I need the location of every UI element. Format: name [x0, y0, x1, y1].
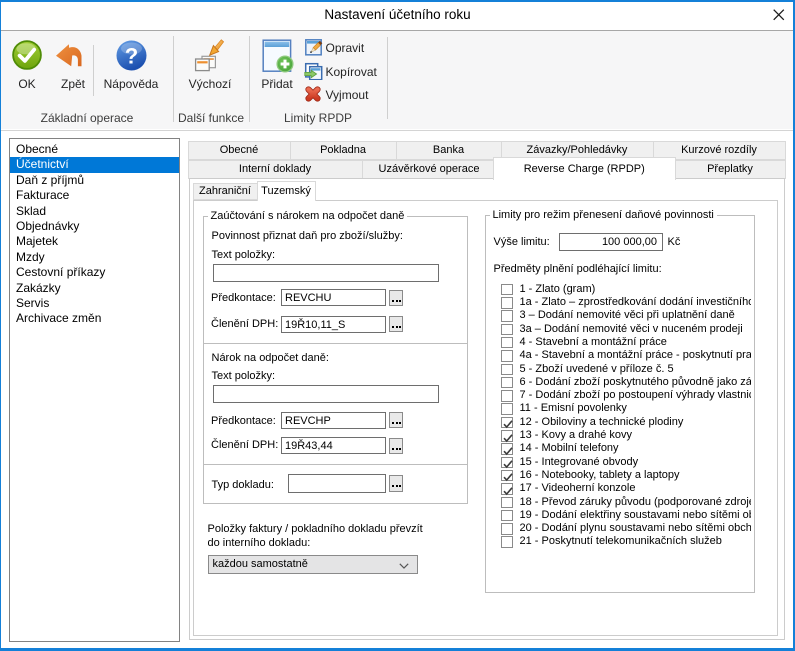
svg-text:?: ? — [125, 44, 138, 69]
